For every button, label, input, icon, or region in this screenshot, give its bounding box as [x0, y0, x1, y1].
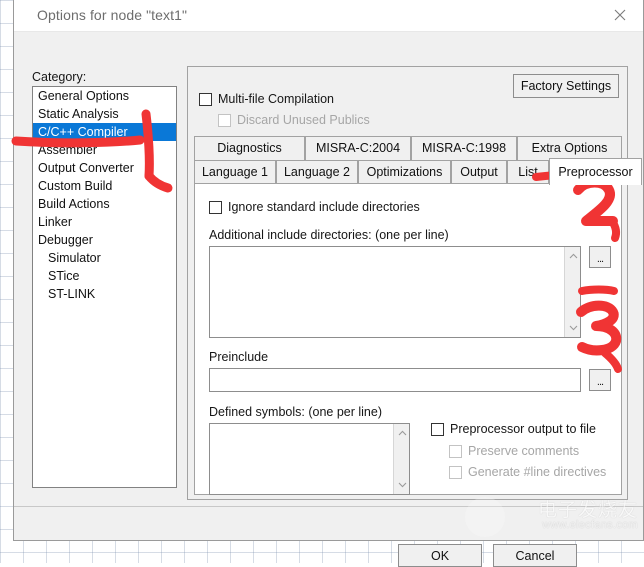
category-item-label: Output Converter — [38, 161, 134, 175]
ok-button[interactable]: OK — [398, 544, 482, 567]
additional-include-label: Additional include directories: (one per… — [209, 228, 449, 242]
dialog-titlebar: Options for node "text1" — [14, 0, 643, 32]
tab-label: Extra Options — [531, 141, 608, 155]
preserve-comments-label: Preserve comments — [468, 444, 580, 458]
defined-symbols-input[interactable] — [209, 423, 410, 495]
factory-settings-button[interactable]: Factory Settings — [513, 74, 619, 98]
preserve-comments-checkbox: Preserve comments — [449, 444, 579, 458]
defined-symbols-value — [210, 424, 409, 428]
footer-divider — [14, 506, 643, 507]
category-item-label: C/C++ Compiler — [38, 125, 128, 139]
category-label: Category: — [32, 70, 87, 84]
tab-misra-c-2004[interactable]: MISRA-C:2004 — [305, 136, 411, 160]
category-item-stice[interactable]: STice — [33, 267, 176, 285]
checkbox-box — [209, 200, 222, 214]
checkbox-box — [449, 444, 462, 458]
category-item-label: Simulator — [48, 251, 101, 265]
generate-line-directives-checkbox: Generate #line directives — [449, 465, 606, 479]
ignore-standard-include-checkbox[interactable]: Ignore standard include directories — [209, 200, 420, 214]
category-item-simulator[interactable]: Simulator — [33, 249, 176, 267]
tab-optimizations[interactable]: Optimizations — [358, 160, 451, 184]
additional-include-value — [210, 247, 580, 251]
checkbox-box — [449, 465, 462, 479]
tab-list[interactable]: List — [507, 160, 549, 184]
chevron-down-icon[interactable] — [394, 477, 410, 493]
checkbox-box — [218, 113, 231, 127]
category-item-label: Assembler — [38, 143, 98, 157]
tab-extra-options[interactable]: Extra Options — [517, 136, 622, 160]
chevron-up-icon[interactable] — [565, 248, 581, 264]
preinclude-browse-button[interactable]: ... — [589, 369, 611, 391]
tab-label: MISRA-C:2004 — [315, 141, 401, 155]
category-item-label: Linker — [38, 215, 73, 229]
category-item-output-converter[interactable]: Output Converter — [33, 159, 176, 177]
tab-output[interactable]: Output — [451, 160, 507, 184]
tab-preprocessor[interactable]: Preprocessor — [549, 158, 642, 185]
additional-include-scrollbar[interactable] — [564, 247, 580, 337]
discard-unused-publics-checkbox: Discard Unused Publics — [218, 113, 370, 127]
category-item-label: Static Analysis — [38, 107, 119, 121]
tab-diagnostics[interactable]: Diagnostics — [194, 136, 305, 160]
tab-label: Language 2 — [283, 165, 351, 179]
multi-file-compilation-label: Multi-file Compilation — [218, 92, 335, 106]
tab-label: Preprocessor — [558, 165, 633, 179]
category-item-c-c-compiler[interactable]: C/C++ Compiler — [33, 123, 176, 141]
checkbox-box — [199, 92, 212, 106]
defined-symbols-label: Defined symbols: (one per line) — [209, 405, 382, 419]
category-item-st-link[interactable]: ST-LINK — [33, 285, 176, 303]
tab-label: Diagnostics — [217, 141, 282, 155]
category-item-label: General Options — [38, 89, 130, 103]
tab-label: Output — [460, 165, 498, 179]
compiler-options-panel: Factory Settings Multi-file Compilation … — [187, 66, 642, 500]
category-item-label: Debugger — [38, 233, 93, 247]
chevron-up-icon[interactable] — [394, 425, 410, 441]
tab-misra-c-1998[interactable]: MISRA-C:1998 — [411, 136, 517, 160]
dialog-title: Options for node "text1" — [37, 7, 188, 23]
category-item-static-analysis[interactable]: Static Analysis — [33, 105, 176, 123]
checkbox-box — [431, 422, 444, 436]
multi-file-compilation-checkbox[interactable]: Multi-file Compilation — [199, 92, 334, 106]
category-list[interactable]: General Options Static Analysis C/C++ Comp… — [32, 86, 177, 488]
category-item-label: Build Actions — [38, 197, 110, 211]
category-item-label: Custom Build — [38, 179, 113, 193]
preprocessor-output-to-file-checkbox[interactable]: Preprocessor output to file — [431, 422, 596, 436]
tab-label: Language 1 — [201, 165, 269, 179]
tab-label: MISRA-C:1998 — [421, 141, 507, 155]
tab-label: Optimizations — [366, 165, 443, 179]
generate-line-directives-label: Generate #line directives — [468, 465, 607, 479]
additional-include-browse-button[interactable]: ... — [589, 246, 611, 268]
category-item-label: STice — [48, 269, 80, 283]
defined-symbols-scrollbar[interactable] — [393, 424, 409, 494]
close-icon[interactable] — [597, 0, 643, 30]
category-item-linker[interactable]: Linker — [33, 213, 176, 231]
category-item-custom-build[interactable]: Custom Build — [33, 177, 176, 195]
ignore-standard-include-label: Ignore standard include directories — [228, 200, 420, 214]
discard-unused-publics-label: Discard Unused Publics — [237, 113, 370, 127]
chevron-down-icon[interactable] — [565, 320, 581, 336]
cancel-button[interactable]: Cancel — [493, 544, 577, 567]
category-item-general-options[interactable]: General Options — [33, 87, 176, 105]
tab-language-2[interactable]: Language 2 — [276, 160, 358, 184]
category-item-assembler[interactable]: Assembler — [33, 141, 176, 159]
category-item-debugger[interactable]: Debugger — [33, 231, 176, 249]
tab-language-1[interactable]: Language 1 — [194, 160, 276, 184]
tab-label: List — [518, 165, 538, 179]
preinclude-input[interactable] — [209, 368, 581, 392]
preinclude-label: Preinclude — [209, 350, 269, 364]
category-item-label: ST-LINK — [48, 287, 96, 301]
options-dialog: Options for node "text1" Category: Gener… — [13, 0, 644, 541]
additional-include-directories-input[interactable] — [209, 246, 581, 338]
preprocessor-output-to-file-label: Preprocessor output to file — [450, 422, 596, 436]
category-item-build-actions[interactable]: Build Actions — [33, 195, 176, 213]
tab-strip: Diagnostics MISRA-C:2004 MISRA-C:1998 Extra… — [194, 136, 642, 185]
preprocessor-tab-page: Ignore standard include directories Addi… — [194, 183, 622, 495]
